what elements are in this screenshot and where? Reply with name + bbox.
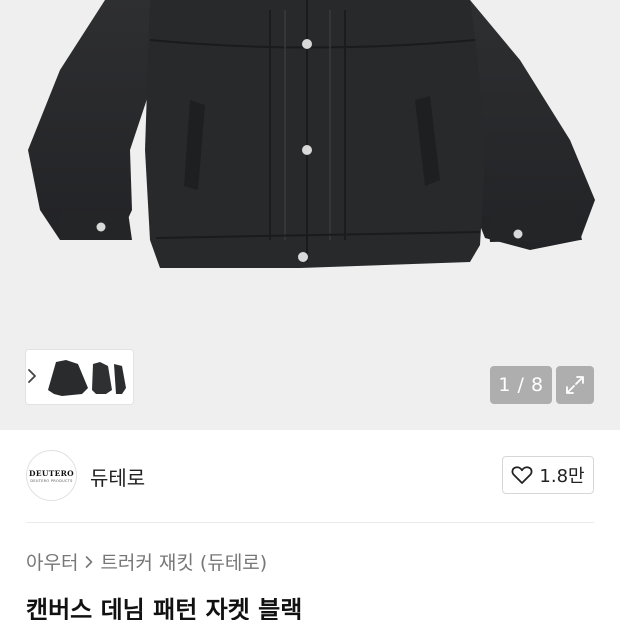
- product-title: 캔버스 데님 패턴 자켓 블랙: [26, 596, 303, 620]
- expand-icon: [566, 376, 584, 394]
- product-image-carousel[interactable]: 1 / 8: [0, 0, 620, 430]
- breadcrumb-item-outer[interactable]: 아우터: [26, 548, 78, 575]
- brand-row: DEUTERO DEUTERO PRODUCTS 듀테로 1.8만: [26, 450, 594, 502]
- brand-name-link[interactable]: 듀테로: [90, 462, 145, 491]
- divider: [26, 522, 594, 523]
- breadcrumb: 아우터 트러커 재킷 (듀테로): [26, 548, 267, 575]
- heart-outline-icon: [511, 466, 533, 484]
- breadcrumb-item-category[interactable]: 트러커 재킷 (듀테로): [100, 548, 267, 575]
- chevron-right-icon: [86, 555, 93, 568]
- thumbnail-strip[interactable]: [26, 350, 133, 404]
- thumbnail-images: [26, 350, 133, 404]
- brand-logo-text: DEUTERO: [29, 468, 74, 478]
- brand-logo-subtext: DEUTERO PRODUCTS: [30, 478, 73, 483]
- expand-button[interactable]: [556, 366, 594, 404]
- brand-like-button[interactable]: 1.8만: [502, 456, 594, 494]
- chevron-right-icon[interactable]: [26, 367, 38, 385]
- image-counter: 1 / 8: [490, 366, 552, 404]
- brand-logo[interactable]: DEUTERO DEUTERO PRODUCTS: [26, 450, 77, 501]
- like-count: 1.8만: [539, 466, 585, 487]
